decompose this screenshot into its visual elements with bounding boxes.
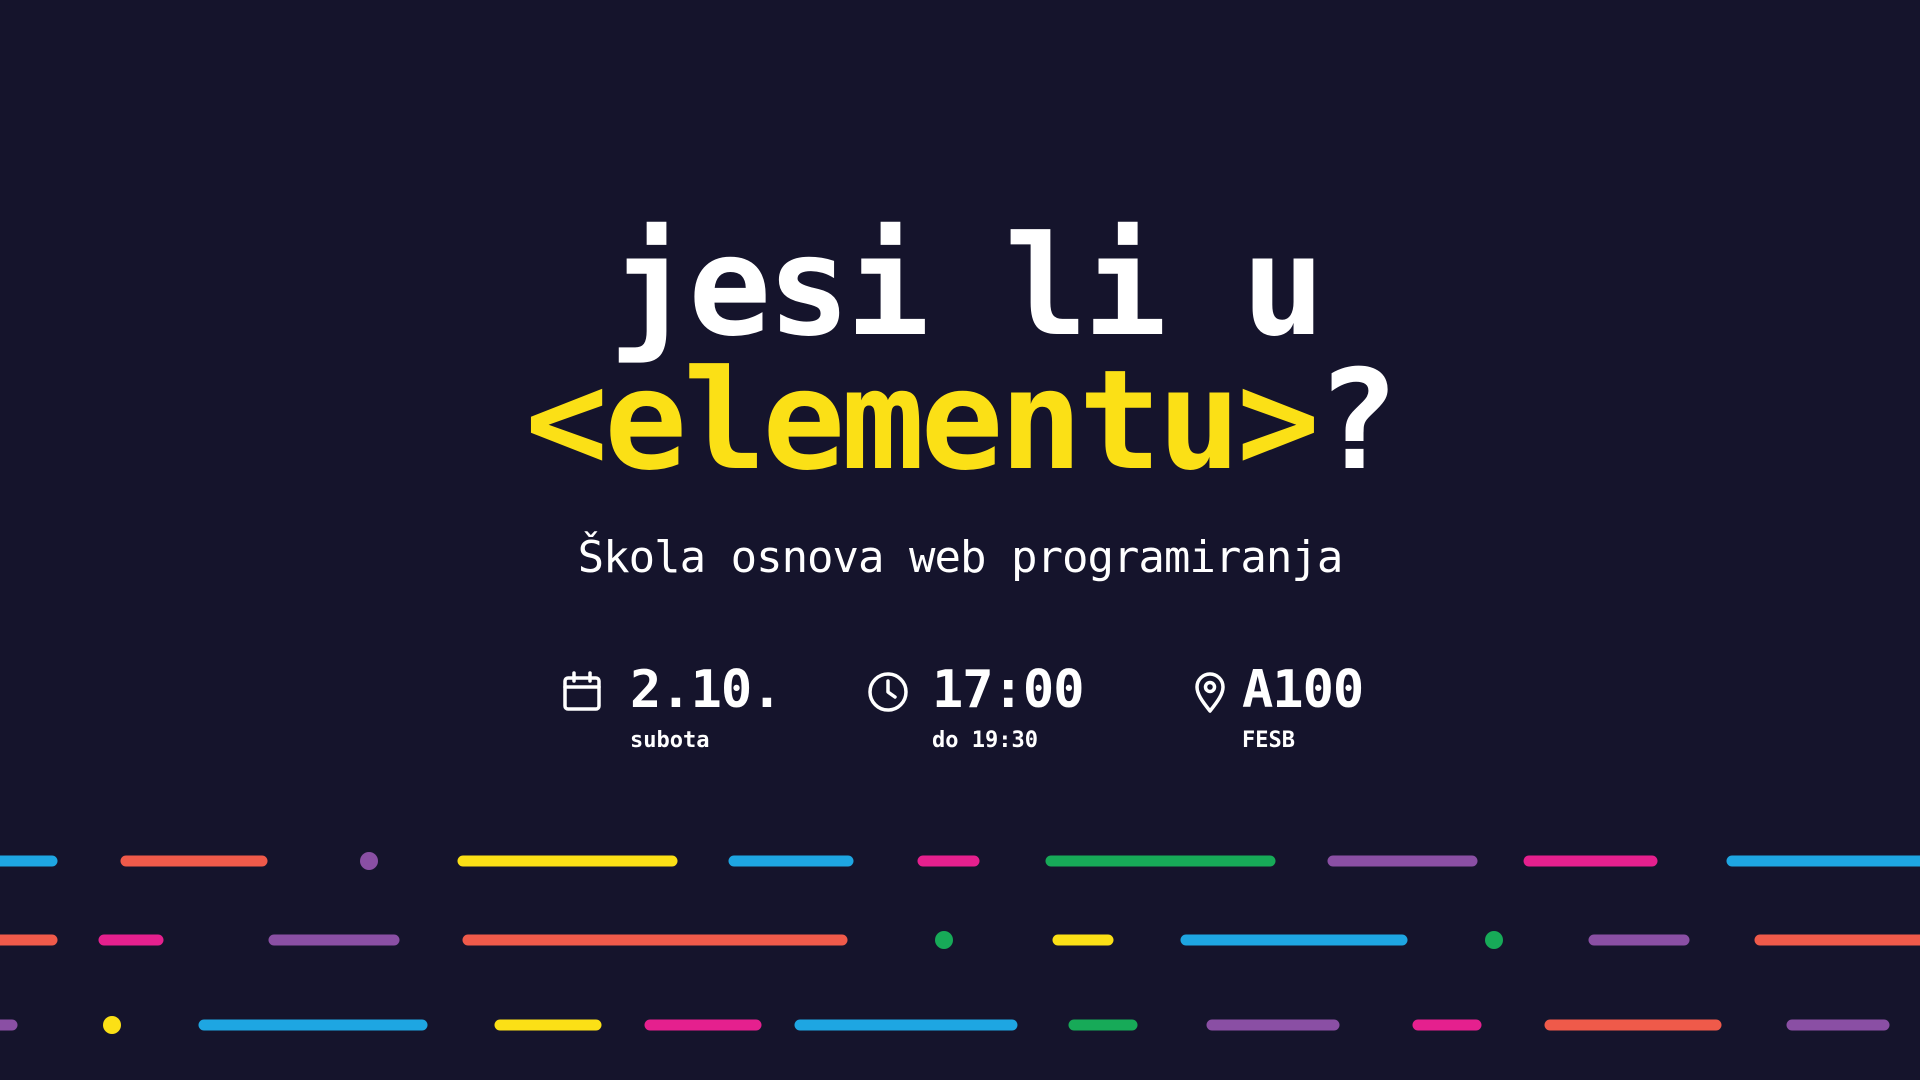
clock-icon xyxy=(868,672,908,712)
location-building: FESB xyxy=(1242,728,1295,753)
date-value: 2.10. xyxy=(630,660,783,720)
headline-line-2: <elementu>? xyxy=(0,352,1920,490)
calendar-icon xyxy=(563,671,601,711)
subtitle: Škola osnova web programiranja xyxy=(577,532,1344,583)
date-day: subota xyxy=(630,728,710,753)
location-room: A100 xyxy=(1242,660,1364,720)
time-start: 17:00 xyxy=(932,660,1085,720)
headline-question-mark: ? xyxy=(1315,340,1399,501)
decorative-dash-lines xyxy=(0,852,1920,1034)
location-pin-icon xyxy=(1195,672,1225,713)
headline-line-1: jesi li u xyxy=(609,206,1325,367)
event-banner: jesi li u <elementu>? Škola osnova web p… xyxy=(0,0,1920,1080)
time-end: do 19:30 xyxy=(932,728,1038,753)
headline-accent: <elementu> xyxy=(525,340,1320,501)
